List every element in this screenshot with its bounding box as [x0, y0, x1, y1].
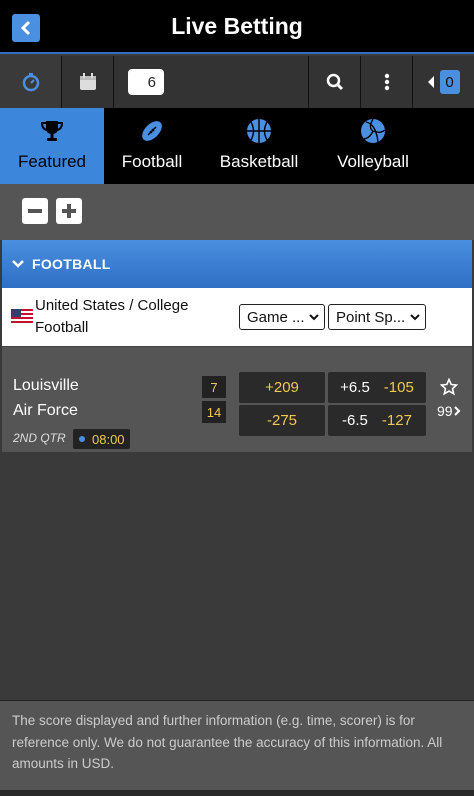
home-team: Louisville: [13, 377, 79, 394]
more-options-button[interactable]: [361, 56, 413, 108]
more-markets-link[interactable]: 99: [437, 403, 461, 419]
plus-icon: [62, 204, 76, 218]
volleyball-icon: [361, 118, 386, 143]
away-score: 14: [202, 401, 226, 423]
market-select-point-spread[interactable]: Point Sp...: [328, 304, 426, 330]
tab-football[interactable]: Football: [104, 108, 200, 184]
minus-icon: [28, 209, 42, 213]
odds-price: -105: [383, 379, 414, 396]
event-row[interactable]: Louisville Air Force 7 14 2ND QTR 08:00 …: [2, 346, 472, 452]
tab-basketball[interactable]: Basketball: [200, 108, 318, 184]
basketball-icon: [247, 119, 271, 143]
more-markets-count: 99: [437, 403, 453, 419]
tab-label: Basketball: [219, 152, 299, 171]
event-count-badge: 6: [128, 69, 164, 95]
odds-price: -275: [266, 412, 298, 429]
live-dot-icon: [79, 436, 85, 442]
moneyline-away-button[interactable]: -275: [239, 405, 325, 436]
search-icon: [326, 73, 343, 91]
league-name: United States / College Football: [35, 297, 189, 336]
collapse-all-button[interactable]: [22, 198, 48, 224]
disclaimer-text: The score displayed and further informat…: [0, 700, 474, 790]
sport-tabs: Featured Football Basketball Volleyball: [0, 108, 474, 184]
section-title: FOOTBALL: [32, 256, 111, 272]
spread-home-button[interactable]: +6.5 -105: [328, 372, 426, 403]
game-clock: 08:00: [73, 429, 130, 449]
us-flag-icon: [11, 309, 33, 324]
select-value: Game ...: [247, 308, 305, 326]
stopwatch-icon: [22, 73, 39, 92]
calendar-icon: [79, 73, 96, 90]
more-vertical-icon: [384, 73, 389, 91]
bet-slip-button[interactable]: 0: [413, 56, 474, 108]
content-empty-area: [2, 452, 472, 700]
market-select-game[interactable]: Game ...: [239, 304, 325, 330]
spread-away-button[interactable]: -6.5 -127: [328, 405, 426, 436]
football-icon: [142, 121, 162, 141]
odds-price: +209: [265, 379, 299, 396]
caret-left-icon: [427, 76, 434, 88]
tab-featured[interactable]: Featured: [0, 108, 104, 184]
section-football[interactable]: FOOTBALL: [2, 240, 472, 288]
tab-label: Football: [121, 152, 183, 171]
chevron-down-icon: [410, 314, 420, 321]
chevron-down-icon: [309, 314, 319, 321]
home-score: 7: [202, 376, 226, 398]
calendar-button[interactable]: [62, 56, 114, 108]
select-value: Point Sp...: [336, 308, 406, 326]
clock-value: 08:00: [92, 431, 125, 447]
chevron-down-icon: [12, 260, 24, 268]
search-button[interactable]: [309, 56, 361, 108]
spread-line: +6.5: [340, 379, 370, 396]
page-title: Live Betting: [171, 13, 303, 39]
moneyline-home-button[interactable]: +209: [239, 372, 325, 403]
favorite-button[interactable]: [439, 377, 459, 401]
bottom-strip: [0, 790, 474, 796]
tab-label: Volleyball: [337, 152, 409, 171]
game-period: 2ND QTR: [13, 431, 66, 445]
live-events-count[interactable]: 6: [114, 56, 309, 108]
bet-slip-count: 0: [439, 70, 460, 94]
spread-line: -6.5: [342, 412, 368, 429]
toolbar: 6 0: [0, 56, 474, 108]
chevron-right-icon: [453, 406, 460, 416]
star-icon: [439, 377, 459, 396]
expand-all-button[interactable]: [56, 198, 82, 224]
app-header: Live Betting: [0, 0, 474, 54]
zoom-controls: [0, 184, 474, 240]
away-team: Air Force: [13, 402, 78, 419]
trophy-icon: [40, 121, 64, 141]
tab-label: Featured: [17, 152, 87, 171]
odds-price: -127: [381, 412, 412, 429]
stopwatch-button[interactable]: [0, 56, 62, 108]
tab-volleyball[interactable]: Volleyball: [318, 108, 428, 184]
league-row: United States / College Football Game ..…: [2, 288, 472, 346]
